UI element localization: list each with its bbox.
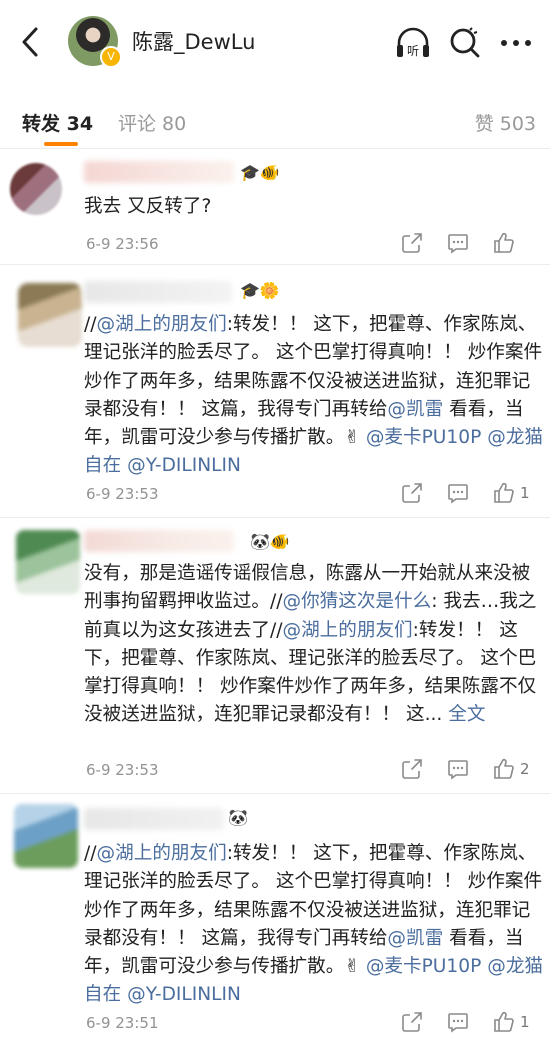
share-icon: [402, 1012, 422, 1032]
list-item: 🐼 //@湖上的朋友们:转发！！ 这下，把霍尊、作家陈岚、理记张洋的脸丢尽了。 …: [0, 794, 550, 1052]
user-badges: 🐼🐠: [250, 532, 290, 551]
like-icon[interactable]: [492, 757, 516, 783]
timestamp: 6-9 23:51: [86, 1014, 159, 1032]
comment-icon[interactable]: [446, 481, 470, 507]
comment-icon[interactable]: [446, 1010, 470, 1036]
action-bar: 2: [400, 757, 536, 783]
comment-icon[interactable]: [446, 231, 470, 257]
mention-link[interactable]: @湖上的朋友们: [97, 843, 227, 864]
avatar[interactable]: [14, 804, 78, 868]
comment-icon: [448, 760, 468, 780]
username-blurred[interactable]: [84, 161, 234, 183]
like-icon: [494, 482, 514, 503]
back-arrow-icon[interactable]: [16, 24, 44, 60]
listen-icon[interactable]: 听: [394, 24, 432, 62]
text-segment: //: [84, 843, 97, 864]
search-icon[interactable]: [448, 24, 482, 62]
repost-text: //@湖上的朋友们:转发！！ 这下，把霍尊、作家陈岚、理记张洋的脸丢尽了。 这个…: [84, 840, 544, 1010]
mention-link[interactable]: @你猜这次是什么: [282, 591, 431, 612]
listen-label: 听: [407, 44, 419, 58]
repost-text: 我去 又反转了?: [84, 193, 544, 221]
action-bar: 1: [400, 1010, 536, 1036]
page-title[interactable]: 陈露_DewLu: [132, 26, 255, 56]
share-icon[interactable]: [400, 481, 424, 507]
like-count: 2: [520, 760, 530, 778]
comment-icon[interactable]: [446, 757, 470, 783]
share-icon[interactable]: [400, 231, 424, 257]
tab-active-indicator: [44, 142, 78, 146]
timestamp: 6-9 23:53: [86, 485, 159, 503]
like-count: 1: [520, 484, 530, 502]
text-segment: 我去 又反转了?: [84, 196, 212, 217]
share-icon[interactable]: [400, 1010, 424, 1036]
verified-badge-icon: V: [100, 46, 122, 68]
username-blurred[interactable]: [84, 281, 232, 303]
username-blurred[interactable]: [84, 530, 234, 552]
user-badges: 🐼: [228, 808, 248, 827]
comment-icon: [448, 234, 468, 254]
tab-like[interactable]: 赞 503: [475, 109, 536, 136]
mention-link[interactable]: @麦卡PU10P: [366, 956, 481, 977]
avatar[interactable]: [16, 530, 80, 594]
action-bar: [400, 231, 536, 257]
top-bar: V 陈露_DewLu 听: [0, 0, 550, 86]
mention-link[interactable]: @Y-DILINLIN: [127, 984, 241, 1005]
comment-icon: [448, 484, 468, 504]
mention-link[interactable]: @湖上的朋友们: [97, 314, 227, 335]
repost-text: 没有，那是造谣传谣假信息，陈露从一开始就从来没被刑事拘留羁押收监过。//@你猜这…: [84, 560, 544, 730]
repost-text: //@湖上的朋友们:转发！！ 这下，把霍尊、作家陈岚、理记张洋的脸丢尽了。 这个…: [84, 311, 544, 481]
user-badges: 🎓🌼: [240, 281, 280, 300]
mention-link[interactable]: @凯雷: [387, 399, 443, 420]
like-icon[interactable]: [492, 481, 516, 507]
tab-comment[interactable]: 评论 80: [118, 109, 186, 136]
mention-link[interactable]: @凯雷: [387, 928, 443, 949]
username-blurred[interactable]: [84, 808, 224, 830]
like-icon: [494, 758, 514, 779]
like-icon[interactable]: [492, 1010, 516, 1036]
list-item: 🎓🌼 //@湖上的朋友们:转发！！ 这下，把霍尊、作家陈岚、理记张洋的脸丢尽了。…: [0, 265, 550, 518]
like-icon: [494, 1011, 514, 1032]
like-icon[interactable]: [492, 231, 516, 257]
more-icon[interactable]: [498, 28, 534, 58]
list-item: 🐼🐠 没有，那是造谣传谣假信息，陈露从一开始就从来没被刑事拘留羁押收监过。//@…: [0, 518, 550, 794]
timestamp: 6-9 23:53: [86, 761, 159, 779]
action-bar: 1: [400, 481, 536, 507]
mention-link[interactable]: @麦卡PU10P: [366, 427, 481, 448]
tab-bar: 转发 34 评论 80 赞 503: [0, 86, 550, 149]
share-icon: [402, 233, 422, 253]
avatar[interactable]: V: [68, 16, 122, 68]
timestamp: 6-9 23:56: [86, 235, 159, 253]
comment-icon: [448, 1013, 468, 1033]
mention-link[interactable]: 全文: [448, 704, 485, 725]
like-icon: [494, 232, 514, 253]
user-badges: 🎓🐠: [240, 163, 280, 182]
avatar[interactable]: [18, 283, 82, 347]
tab-repost[interactable]: 转发 34: [22, 109, 93, 136]
mention-link[interactable]: @Y-DILINLIN: [127, 455, 241, 476]
share-icon: [402, 759, 422, 779]
share-icon[interactable]: [400, 757, 424, 783]
avatar[interactable]: [10, 163, 62, 215]
list-item: 🎓🐠 我去 又反转了? 6-9 23:56: [0, 149, 550, 265]
like-count: 1: [520, 1013, 530, 1031]
text-segment: //: [84, 314, 97, 335]
mention-link[interactable]: @湖上的朋友们: [282, 620, 412, 641]
share-icon: [402, 483, 422, 503]
